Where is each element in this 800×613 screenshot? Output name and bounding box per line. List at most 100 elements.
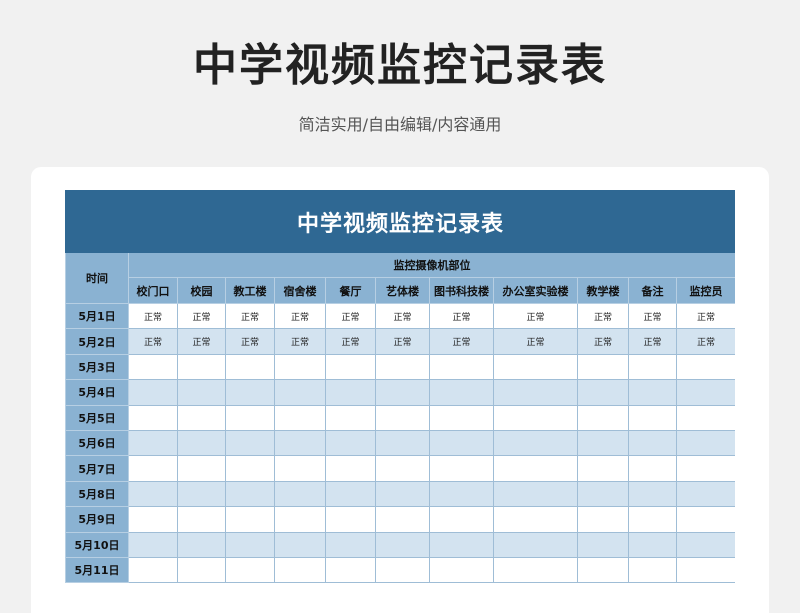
status-cell[interactable]	[375, 480, 430, 508]
status-cell[interactable]	[225, 556, 275, 584]
status-cell[interactable]	[128, 429, 178, 457]
status-cell[interactable]: 正常	[628, 328, 677, 355]
status-cell[interactable]: 正常	[325, 302, 376, 330]
status-cell[interactable]	[675, 353, 735, 381]
status-cell[interactable]	[177, 531, 226, 558]
status-cell[interactable]: 正常	[225, 328, 275, 355]
status-cell[interactable]	[128, 480, 178, 508]
status-cell[interactable]	[628, 353, 677, 381]
status-cell[interactable]	[375, 353, 430, 381]
status-cell[interactable]	[429, 353, 494, 381]
status-cell[interactable]	[177, 379, 226, 406]
status-cell[interactable]: 正常	[493, 328, 578, 355]
status-cell[interactable]	[493, 455, 578, 482]
date-cell[interactable]: 5月5日	[65, 404, 129, 431]
status-cell[interactable]	[225, 429, 275, 457]
status-cell[interactable]	[177, 506, 226, 533]
status-cell[interactable]	[225, 531, 275, 558]
status-cell[interactable]	[128, 353, 178, 381]
status-cell[interactable]	[225, 379, 275, 406]
status-cell[interactable]	[577, 429, 629, 457]
status-cell[interactable]	[128, 531, 178, 558]
status-cell[interactable]	[493, 379, 578, 406]
date-cell[interactable]: 5月8日	[65, 480, 129, 508]
status-cell[interactable]	[128, 556, 178, 584]
status-cell[interactable]	[325, 353, 376, 381]
status-cell[interactable]	[493, 506, 578, 533]
status-cell[interactable]: 正常	[128, 302, 178, 330]
status-cell[interactable]	[577, 480, 629, 508]
date-cell[interactable]: 5月1日	[65, 302, 129, 330]
status-cell[interactable]	[493, 429, 578, 457]
status-cell[interactable]	[128, 379, 178, 406]
status-cell[interactable]: 正常	[375, 328, 430, 355]
status-cell[interactable]	[429, 455, 494, 482]
status-cell[interactable]: 正常	[577, 302, 629, 330]
status-cell[interactable]	[429, 531, 494, 558]
status-cell[interactable]: 正常	[274, 328, 326, 355]
status-cell[interactable]	[493, 404, 578, 431]
status-cell[interactable]	[493, 556, 578, 584]
status-cell[interactable]	[628, 556, 677, 584]
status-cell[interactable]: 正常	[429, 302, 494, 330]
status-cell[interactable]	[375, 556, 430, 584]
status-cell[interactable]	[274, 404, 326, 431]
status-cell[interactable]	[628, 455, 677, 482]
status-cell[interactable]: 正常	[493, 302, 578, 330]
status-cell[interactable]: 正常	[429, 328, 494, 355]
status-cell[interactable]	[675, 404, 735, 431]
status-cell[interactable]	[274, 353, 326, 381]
status-cell[interactable]	[675, 531, 735, 558]
status-cell[interactable]	[177, 556, 226, 584]
status-cell[interactable]	[325, 531, 376, 558]
status-cell[interactable]	[675, 556, 735, 584]
date-cell[interactable]: 5月2日	[65, 328, 129, 355]
status-cell[interactable]	[675, 455, 735, 482]
status-cell[interactable]: 正常	[274, 302, 326, 330]
status-cell[interactable]	[177, 404, 226, 431]
status-cell[interactable]	[577, 404, 629, 431]
status-cell[interactable]	[325, 455, 376, 482]
date-cell[interactable]: 5月4日	[65, 379, 129, 406]
status-cell[interactable]: 正常	[177, 302, 226, 330]
status-cell[interactable]	[325, 480, 376, 508]
status-cell[interactable]	[274, 379, 326, 406]
status-cell[interactable]	[429, 379, 494, 406]
spreadsheet[interactable]: 中学视频监控记录表 时间 监控摄像机部位 校门口 校园 教工楼 宿舍楼 餐厅 艺体楼 图书科…	[65, 190, 735, 613]
date-cell[interactable]: 5月3日	[65, 353, 129, 381]
status-cell[interactable]	[628, 404, 677, 431]
date-cell[interactable]: 5月7日	[65, 455, 129, 482]
status-cell[interactable]	[429, 429, 494, 457]
status-cell[interactable]	[675, 429, 735, 457]
status-cell[interactable]	[177, 429, 226, 457]
status-cell[interactable]	[325, 506, 376, 533]
status-cell[interactable]	[429, 404, 494, 431]
status-cell[interactable]	[577, 353, 629, 381]
status-cell[interactable]	[493, 480, 578, 508]
date-cell[interactable]: 5月11日	[65, 556, 129, 584]
status-cell[interactable]: 正常	[675, 328, 735, 355]
date-cell[interactable]: 5月6日	[65, 429, 129, 457]
status-cell[interactable]	[375, 506, 430, 533]
status-cell[interactable]	[274, 455, 326, 482]
status-cell[interactable]	[429, 556, 494, 584]
status-cell[interactable]: 正常	[128, 328, 178, 355]
status-cell[interactable]	[225, 506, 275, 533]
status-cell[interactable]	[177, 455, 226, 482]
status-cell[interactable]: 正常	[628, 302, 677, 330]
status-cell[interactable]	[375, 429, 430, 457]
status-cell[interactable]	[128, 404, 178, 431]
status-cell[interactable]	[493, 531, 578, 558]
status-cell[interactable]	[274, 429, 326, 457]
status-cell[interactable]	[274, 480, 326, 508]
status-cell[interactable]	[325, 429, 376, 457]
status-cell[interactable]	[493, 353, 578, 381]
status-cell[interactable]	[375, 404, 430, 431]
status-cell[interactable]	[628, 480, 677, 508]
status-cell[interactable]: 正常	[577, 328, 629, 355]
status-cell[interactable]	[375, 531, 430, 558]
status-cell[interactable]	[325, 379, 376, 406]
status-cell[interactable]	[375, 379, 430, 406]
status-cell[interactable]	[128, 455, 178, 482]
date-cell[interactable]: 5月10日	[65, 531, 129, 558]
